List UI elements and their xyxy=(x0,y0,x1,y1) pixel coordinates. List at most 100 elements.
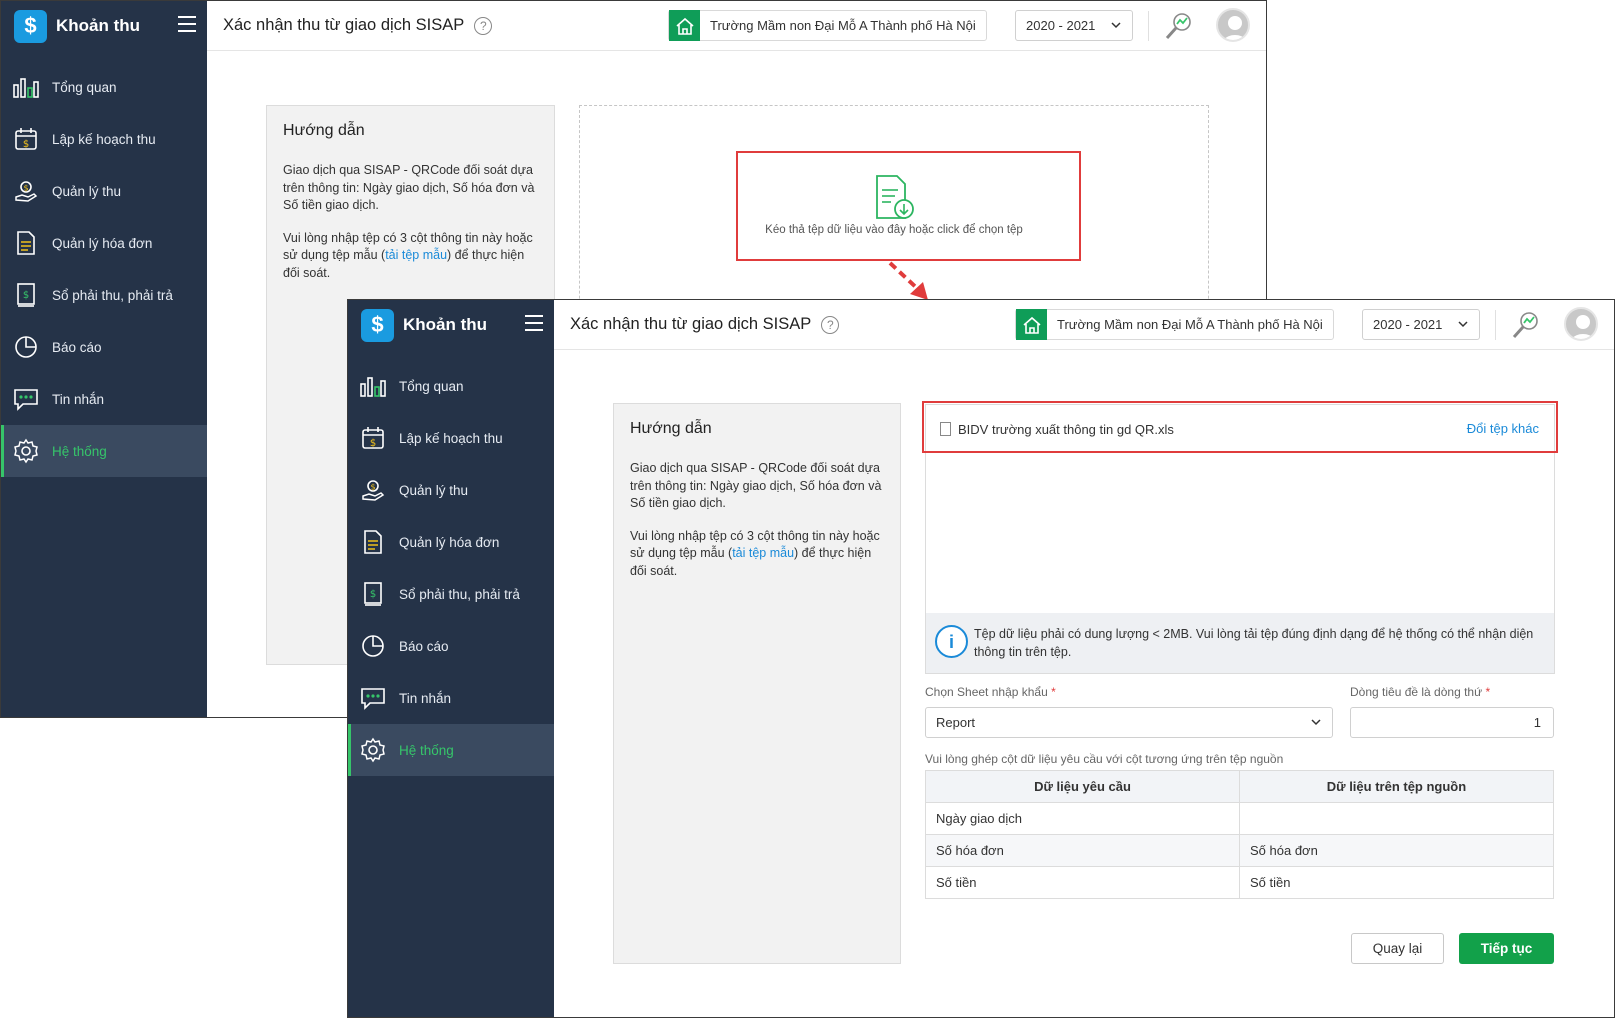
menu-toggle-icon[interactable] xyxy=(178,16,196,32)
ledger-icon: $ xyxy=(13,282,39,308)
divider xyxy=(1148,11,1149,41)
pie-chart-icon xyxy=(13,334,39,360)
sidebar-nav: Tổng quan $ Lập kế hoạch thu $ Quản lý t… xyxy=(1,61,207,477)
svg-text:$: $ xyxy=(370,483,375,492)
sidebar-item-collection[interactable]: $ Quản lý thu xyxy=(1,165,207,217)
source-column-select[interactable] xyxy=(1239,802,1554,835)
sidebar-item-label: Lập kế hoạch thu xyxy=(52,131,156,147)
sheet-select-value: Report xyxy=(936,715,976,730)
topbar: Xác nhận thu từ giao dịch SISAP ? Trường… xyxy=(554,300,1614,350)
brand[interactable]: $ Khoản thu xyxy=(348,300,554,350)
required-field-cell: Số tiền xyxy=(925,866,1240,899)
svg-text:$: $ xyxy=(23,290,29,301)
school-year-value: 2020 - 2021 xyxy=(1026,18,1096,33)
sidebar-item-messages[interactable]: Tin nhắn xyxy=(348,672,554,724)
sidebar-item-system[interactable]: Hệ thống xyxy=(1,425,207,477)
sidebar-item-label: Hệ thống xyxy=(399,742,454,758)
upload-window-after: $ Khoản thu Tổng quan $ Lập kế hoạch thu… xyxy=(347,299,1615,1018)
download-template-link[interactable]: tải tệp mẫu xyxy=(385,248,447,262)
sidebar-item-ledger[interactable]: $ Sổ phải thu, phải trả xyxy=(1,269,207,321)
calendar-money-icon: $ xyxy=(360,425,386,451)
help-icon[interactable]: ? xyxy=(821,315,840,334)
sidebar-item-label: Sổ phải thu, phải trả xyxy=(52,287,173,303)
source-column-select[interactable]: Số hóa đơn xyxy=(1239,834,1554,867)
invoice-icon xyxy=(360,529,386,555)
highlight-box xyxy=(922,401,1558,453)
search-analytics-icon[interactable] xyxy=(1164,11,1194,41)
sidebar-item-overview[interactable]: Tổng quan xyxy=(1,61,207,113)
guide-text: Vui lòng nhập tệp có 3 cột thông tin này… xyxy=(283,230,533,280)
sidebar-item-invoice[interactable]: Quản lý hóa đơn xyxy=(348,516,554,568)
pie-chart-icon xyxy=(360,633,386,659)
svg-text:$: $ xyxy=(370,438,376,449)
search-analytics-icon[interactable] xyxy=(1511,310,1541,340)
highlight-box xyxy=(736,151,1081,261)
sidebar-item-messages[interactable]: Tin nhắn xyxy=(1,373,207,425)
app-title: Khoản thu xyxy=(403,315,488,334)
svg-text:$: $ xyxy=(370,589,376,600)
bar-chart-icon xyxy=(360,373,386,399)
required-field-cell: Số hóa đơn xyxy=(925,834,1240,867)
brand[interactable]: $ Khoản thu xyxy=(1,1,207,51)
sidebar-item-label: Tin nhắn xyxy=(399,690,452,706)
table-row: Ngày giao dịch xyxy=(925,802,1554,835)
guide-text: Vui lòng nhập tệp có 3 cột thông tin này… xyxy=(630,528,880,578)
sheet-select[interactable]: Report xyxy=(925,707,1333,738)
back-button[interactable]: Quay lại xyxy=(1351,933,1444,964)
message-icon xyxy=(13,386,39,412)
svg-text:$: $ xyxy=(23,184,28,193)
school-year-select[interactable]: 2020 - 2021 xyxy=(1362,309,1480,340)
app-logo-icon: $ xyxy=(361,308,394,342)
school-year-select[interactable]: 2020 - 2021 xyxy=(1015,10,1133,41)
download-template-link[interactable]: tải tệp mẫu xyxy=(732,546,794,560)
sidebar-item-label: Quản lý thu xyxy=(52,183,122,199)
chevron-down-icon xyxy=(1311,719,1321,726)
help-icon[interactable]: ? xyxy=(474,16,493,35)
sidebar-item-invoice[interactable]: Quản lý hóa đơn xyxy=(1,217,207,269)
sidebar-item-label: Quản lý hóa đơn xyxy=(399,534,500,550)
guide-text: Giao dịch qua SISAP - QRCode đối soát dự… xyxy=(283,163,535,212)
school-selector[interactable]: Trường Mầm non Đại Mỗ A Thành phố Hà Nội xyxy=(668,10,987,41)
guide-panel: Hướng dẫn Giao dịch qua SISAP - QRCode đ… xyxy=(613,403,901,964)
info-icon: i xyxy=(935,625,968,658)
sidebar-item-ledger[interactable]: $ Sổ phải thu, phải trả xyxy=(348,568,554,620)
sidebar-item-collection[interactable]: $ Quản lý thu xyxy=(348,464,554,516)
avatar[interactable] xyxy=(1564,307,1598,341)
sidebar-item-label: Quản lý hóa đơn xyxy=(52,235,153,251)
chevron-down-icon xyxy=(1458,321,1468,328)
avatar[interactable] xyxy=(1216,8,1250,42)
gear-icon xyxy=(360,737,386,763)
school-icon xyxy=(1016,309,1047,340)
chevron-down-icon xyxy=(1111,22,1121,29)
sidebar-item-label: Báo cáo xyxy=(399,638,449,654)
sidebar-item-label: Sổ phải thu, phải trả xyxy=(399,586,520,602)
sidebar-item-overview[interactable]: Tổng quan xyxy=(348,360,554,412)
sidebar-nav: Tổng quan $ Lập kế hoạch thu $ Quản lý t… xyxy=(348,360,554,776)
sidebar-item-plan[interactable]: $ Lập kế hoạch thu xyxy=(1,113,207,165)
sidebar-item-report[interactable]: Báo cáo xyxy=(348,620,554,672)
sidebar-item-label: Tin nhắn xyxy=(52,391,105,407)
sidebar-item-label: Báo cáo xyxy=(52,339,102,355)
sidebar-item-system[interactable]: Hệ thống xyxy=(348,724,554,776)
header-row-input[interactable]: 1 xyxy=(1350,707,1554,738)
sidebar-item-label: Tổng quan xyxy=(52,79,117,95)
sidebar-item-label: Tổng quan xyxy=(399,378,464,394)
ledger-icon: $ xyxy=(360,581,386,607)
column-mapping-table: Dữ liệu yêu cầu Dữ liệu trên tệp nguồn N… xyxy=(925,770,1554,899)
page-title: Xác nhận thu từ giao dịch SISAP xyxy=(223,16,465,34)
mapping-hint: Vui lòng ghép cột dữ liệu yêu cầu với cộ… xyxy=(925,752,1284,766)
sidebar-item-label: Quản lý thu xyxy=(399,482,469,498)
sidebar-item-label: Hệ thống xyxy=(52,443,107,459)
school-selector[interactable]: Trường Mầm non Đại Mỗ A Thành phố Hà Nội xyxy=(1015,309,1334,340)
continue-button[interactable]: Tiếp tục xyxy=(1459,933,1554,964)
sidebar-item-report[interactable]: Báo cáo xyxy=(1,321,207,373)
school-icon xyxy=(669,10,700,41)
school-name: Trường Mầm non Đại Mỗ A Thành phố Hà Nội xyxy=(710,18,976,33)
svg-text:$: $ xyxy=(23,139,29,150)
table-header: Dữ liệu yêu cầu xyxy=(925,770,1240,803)
menu-toggle-icon[interactable] xyxy=(525,315,543,331)
gear-icon xyxy=(13,438,39,464)
source-column-select[interactable]: Số tiền xyxy=(1239,866,1554,899)
sidebar-item-plan[interactable]: $ Lập kế hoạch thu xyxy=(348,412,554,464)
guide-text: Giao dịch qua SISAP - QRCode đối soát dự… xyxy=(630,461,882,510)
